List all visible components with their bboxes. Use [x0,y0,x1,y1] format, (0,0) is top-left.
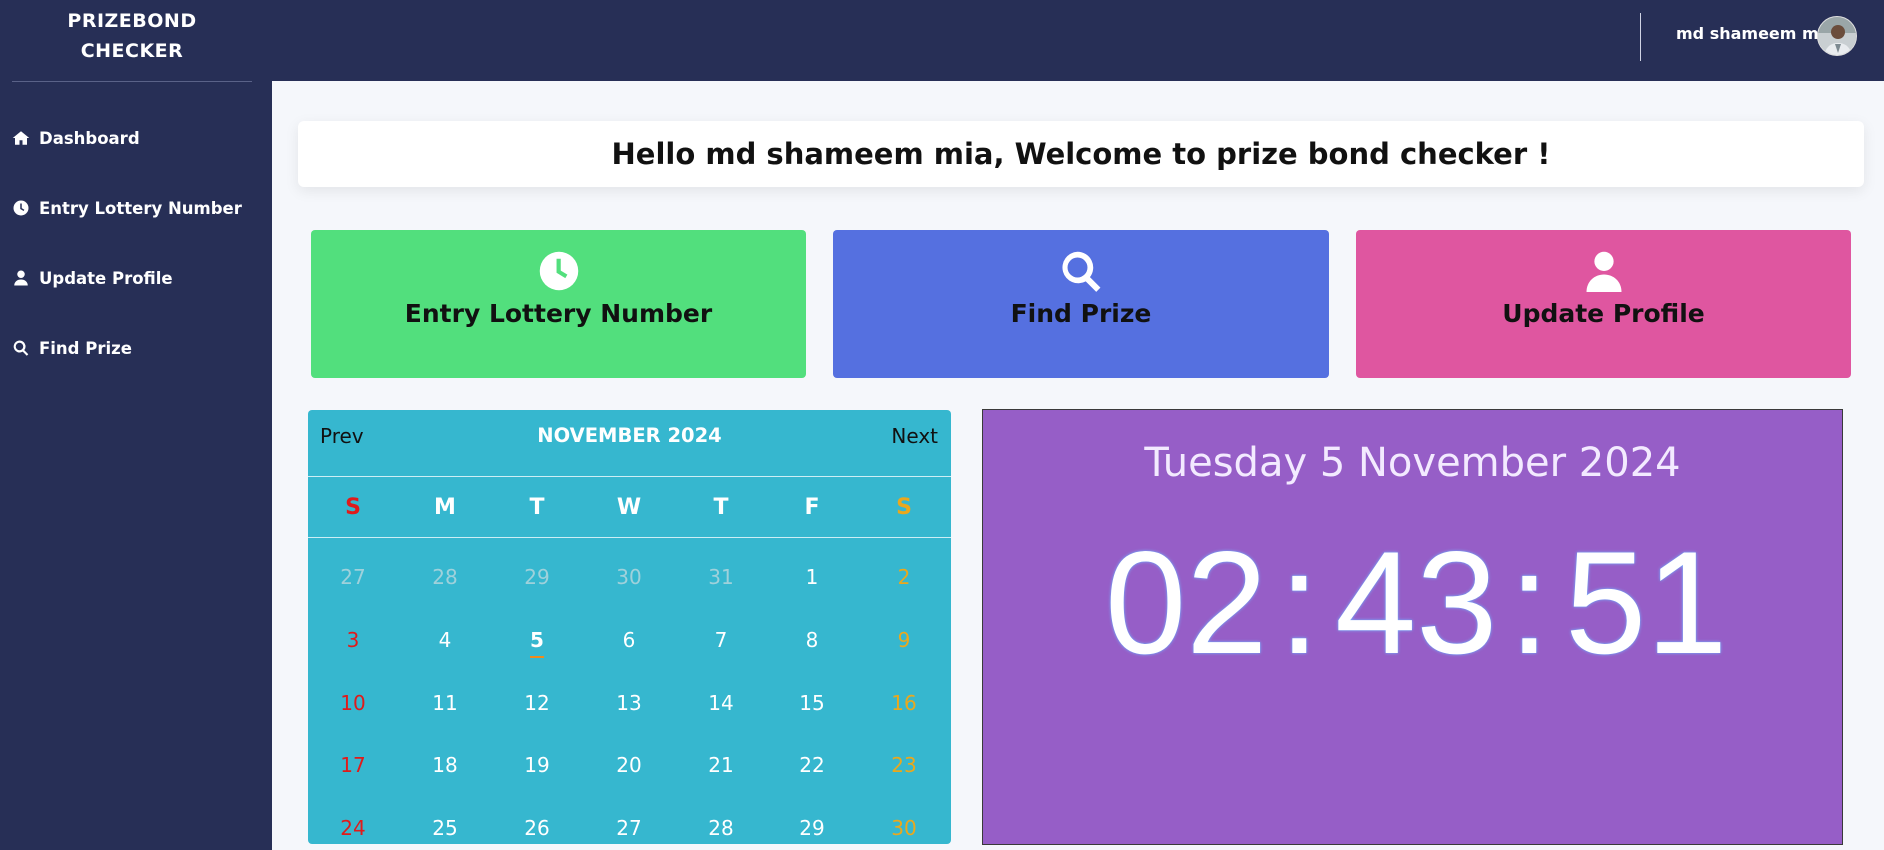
calendar-day[interactable]: 1 [792,565,832,589]
clock-icon [539,251,578,291]
card-label: Find Prize [1010,299,1152,328]
entry-lottery-number-card[interactable]: Entry Lottery Number [311,230,806,378]
home-icon [12,131,30,145]
card-label: Update Profile [1502,299,1705,328]
calendar-weekdays: S M T W T F S [308,476,951,538]
brand-logo[interactable]: PRIZEBOND CHECKER [12,0,252,82]
calendar-day[interactable]: 30 [884,816,924,840]
calendar-day[interactable]: 16 [884,691,924,715]
sidebar-item-find-prize[interactable]: Find Prize [12,333,132,363]
calendar-month-label: NOVEMBER 2024 [537,424,722,447]
calendar-day[interactable]: 15 [792,691,832,715]
weekday-tuesday: T [529,495,545,520]
calendar-day[interactable]: 22 [792,753,832,777]
next-month-button[interactable]: Next [891,424,938,448]
weekday-wednesday: W [616,495,642,520]
sidebar-item-label: Dashboard [39,128,140,148]
calendar-day[interactable]: 4 [425,628,465,652]
user-name[interactable]: md shameem mia [1676,24,1835,43]
calendar-day[interactable]: 27 [333,565,373,589]
weekday-friday: F [804,495,820,520]
calendar-day[interactable]: 2 [884,565,924,589]
calendar-day[interactable]: 13 [609,691,649,715]
clock-hours: 02 [1105,521,1268,684]
search-icon [13,340,29,356]
calendar-day[interactable]: 24 [333,816,373,840]
brand-line-2: CHECKER [80,40,184,62]
user-icon [1586,251,1621,292]
sidebar: PRIZEBOND CHECKER Dashboard Entry Lotter… [0,0,272,850]
calendar-day[interactable]: 27 [609,816,649,840]
calendar-day[interactable]: 26 [517,816,557,840]
clock-date: Tuesday 5 November 2024 [1144,440,1681,486]
clock-icon [13,200,29,216]
calendar-day[interactable]: 20 [609,753,649,777]
weekday-monday: M [434,495,456,520]
sidebar-item-entry-lottery-number[interactable]: Entry Lottery Number [12,193,242,223]
calendar-day[interactable]: 14 [701,691,741,715]
search-icon [1062,251,1101,292]
avatar-image [1818,17,1856,55]
calendar-day[interactable]: 29 [517,565,557,589]
calendar-day[interactable]: 30 [609,565,649,589]
sidebar-item-label: Find Prize [39,338,132,358]
clock-separator: : [1509,521,1550,684]
calendar-day[interactable]: 28 [425,565,465,589]
calendar-day[interactable]: 6 [609,628,649,652]
calendar-day[interactable]: 19 [517,753,557,777]
calendar-header: Prev NOVEMBER 2024 Next [308,410,951,477]
calendar-day[interactable]: 25 [425,816,465,840]
calendar-day[interactable]: 18 [425,753,465,777]
clock-separator: : [1279,521,1320,684]
digital-clock: Tuesday 5 November 2024 02 : 43 : 51 [982,409,1843,845]
sidebar-item-label: Update Profile [39,268,173,288]
weekday-saturday: S [896,495,912,520]
calendar-day[interactable]: 29 [792,816,832,840]
clock-seconds: 51 [1565,521,1728,684]
calendar-day[interactable]: 7 [701,628,741,652]
avatar[interactable] [1817,16,1857,56]
welcome-banner: Hello md shameem mia, Welcome to prize b… [298,121,1864,187]
card-label: Entry Lottery Number [404,299,713,328]
weekday-thursday: T [713,495,729,520]
calendar-day[interactable]: 3 [333,628,373,652]
top-bar [272,0,1884,81]
brand-line-1: PRIZEBOND [67,10,197,32]
calendar-day[interactable]: 8 [792,628,832,652]
calendar-day[interactable]: 21 [701,753,741,777]
find-prize-card[interactable]: Find Prize [833,230,1329,378]
clock-minutes: 43 [1335,521,1498,684]
calendar-day[interactable]: 11 [425,691,465,715]
calendar-widget: Prev NOVEMBER 2024 Next S M T W T F S 27… [308,410,951,844]
calendar-day[interactable]: 12 [517,691,557,715]
topbar-divider [1640,13,1641,61]
calendar-day-today[interactable]: 5 [517,628,557,658]
calendar-day[interactable]: 17 [333,753,373,777]
calendar-day[interactable]: 10 [333,691,373,715]
calendar-day[interactable]: 23 [884,753,924,777]
calendar-day[interactable]: 31 [701,565,741,589]
sidebar-item-dashboard[interactable]: Dashboard [12,123,140,153]
calendar-day[interactable]: 9 [884,628,924,652]
weekday-sunday: S [345,495,361,520]
user-icon [14,270,28,286]
sidebar-item-label: Entry Lottery Number [39,198,242,218]
sidebar-item-update-profile[interactable]: Update Profile [12,263,173,293]
update-profile-card[interactable]: Update Profile [1356,230,1851,378]
calendar-day[interactable]: 28 [701,816,741,840]
